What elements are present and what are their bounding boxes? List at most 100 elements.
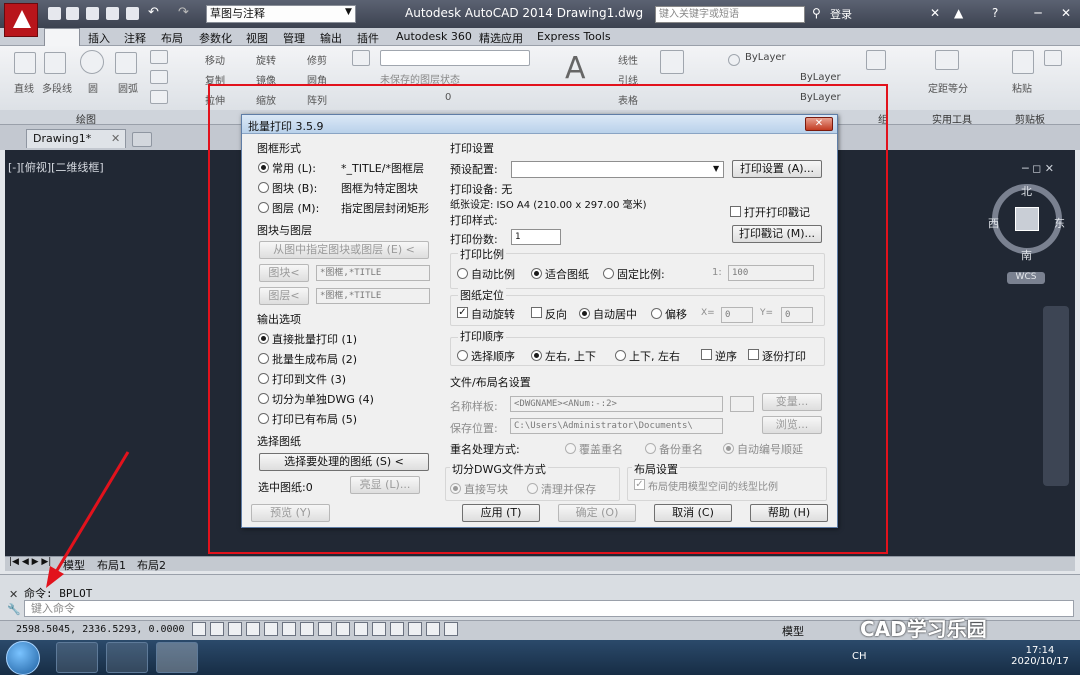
tab-view[interactable]: 视图 <box>246 30 268 46</box>
close-command-icon[interactable]: ✕ <box>9 588 18 601</box>
model-space-button[interactable]: 模型 <box>782 623 804 639</box>
cancel-button[interactable]: 取消 (C) <box>654 504 732 522</box>
highlight-button[interactable]: 亮显 (L)... <box>350 476 420 494</box>
name-template-field[interactable]: <DWGNAME><ANum:-:2> <box>510 396 723 412</box>
plot-icon[interactable] <box>126 7 139 20</box>
polar-tracking-icon[interactable] <box>264 622 278 636</box>
otrack-icon[interactable] <box>318 622 332 636</box>
linetype-select[interactable]: ByLayer <box>800 72 841 83</box>
close-tab-icon[interactable]: ✕ <box>111 130 120 148</box>
scale-fixed-radio[interactable] <box>603 268 614 279</box>
workspace-select[interactable]: 草图与注释 <box>206 5 356 23</box>
tab-layout1[interactable]: 布局1 <box>97 557 126 573</box>
navigation-bar[interactable] <box>1043 306 1069 486</box>
workspace-chevron-icon[interactable]: ▼ <box>345 7 352 17</box>
tab-drawing1[interactable]: Drawing1* ✕ <box>26 129 126 148</box>
copies-input[interactable]: 1 <box>511 229 561 245</box>
viewport-controls[interactable]: ─ ◻ ✕ <box>1022 162 1054 175</box>
grid-display-icon[interactable] <box>228 622 242 636</box>
tab-express-tools[interactable]: Express Tools <box>537 30 611 43</box>
help-button[interactable]: 帮助 (H) <box>750 504 828 522</box>
plot-stamp-button[interactable]: 打印戳记 (M)... <box>732 225 822 243</box>
block-pick-button[interactable]: 图块< <box>259 264 309 282</box>
preset-chevron-icon[interactable]: ▼ <box>713 164 719 173</box>
scale-fit-radio[interactable] <box>531 268 542 279</box>
tab-autodesk360[interactable]: Autodesk 360 <box>396 30 472 43</box>
scale-auto-radio[interactable] <box>457 268 468 279</box>
select-drawings-button[interactable]: 选择要处理的图纸 (S) < <box>259 453 429 471</box>
panel-draw[interactable]: 绘图 <box>76 111 96 126</box>
media-player-taskbar-icon[interactable] <box>106 642 148 673</box>
frame-block-radio[interactable] <box>258 182 269 193</box>
save-icon[interactable] <box>86 7 99 20</box>
divide-label[interactable]: 定距等分 <box>928 80 968 95</box>
offset-radio[interactable] <box>651 308 662 319</box>
polyline-tool-icon[interactable] <box>44 52 66 74</box>
reverse-order-checkbox[interactable] <box>701 349 712 360</box>
ok-button[interactable]: 确定 (O) <box>558 504 636 522</box>
tab-layout2[interactable]: 布局2 <box>137 557 166 573</box>
per-copy-checkbox[interactable] <box>748 349 759 360</box>
login-button[interactable]: 登录 <box>830 6 852 22</box>
browse-button[interactable]: 浏览... <box>762 416 822 434</box>
layer-name-field[interactable]: *图框,*TITLE <box>316 288 430 304</box>
apply-button[interactable]: 应用 (T) <box>462 504 540 522</box>
offset-y-field[interactable]: 0 <box>781 307 813 323</box>
text-tool-icon[interactable]: A <box>565 51 586 86</box>
group-icon[interactable] <box>866 50 886 70</box>
trim-tool-label[interactable]: 修剪 <box>307 52 327 67</box>
tab-manage[interactable]: 管理 <box>283 30 305 46</box>
circle-tool-icon[interactable] <box>80 50 104 74</box>
lineweight-icon[interactable] <box>372 622 386 636</box>
tab-parametric[interactable]: 参数化 <box>199 30 232 46</box>
pick-block-layer-button[interactable]: 从图中指定图块或图层 (E) < <box>259 241 429 259</box>
gradient-icon[interactable] <box>150 90 168 104</box>
cut-icon[interactable] <box>1044 50 1062 66</box>
tab-plugins[interactable]: 插件 <box>357 30 379 46</box>
language-indicator[interactable]: CH <box>852 651 867 662</box>
frame-common-radio[interactable] <box>258 162 269 173</box>
scale-value-field[interactable]: 100 <box>728 265 814 281</box>
print-settings-button[interactable]: 打印设置 (A)... <box>732 160 822 178</box>
save-location-field[interactable]: C:\Users\Administrator\Documents\ <box>510 418 723 434</box>
hatch-icon[interactable] <box>150 70 168 84</box>
new-icon[interactable] <box>48 7 61 20</box>
line-tool-icon[interactable] <box>14 52 36 74</box>
layer-tools-strip[interactable] <box>380 50 530 66</box>
binoculars-icon[interactable]: ⚲ <box>812 6 821 20</box>
exchange-icon[interactable]: ✕ <box>930 6 940 20</box>
viewport-label[interactable]: [-][俯视][二维线框] <box>8 159 104 175</box>
snap-mode-icon[interactable] <box>210 622 224 636</box>
selection-cycling-icon[interactable] <box>426 622 440 636</box>
linear-dim-label[interactable]: 线性 <box>618 52 638 67</box>
start-button[interactable] <box>6 641 40 675</box>
name-extra-field[interactable] <box>730 396 754 412</box>
open-stamp-checkbox[interactable] <box>730 206 741 217</box>
arc-tool-icon[interactable] <box>115 52 137 74</box>
dialog-close-button[interactable]: ✕ <box>805 117 833 131</box>
undo-icon[interactable]: ↶ <box>148 5 159 20</box>
panel-clipboard[interactable]: 剪贴板 <box>1015 111 1045 126</box>
offset-x-field[interactable]: 0 <box>721 307 753 323</box>
rectangle-icon[interactable] <box>150 50 168 64</box>
coordinate-readout[interactable]: 2598.5045, 2336.5293, 0.0000 <box>16 624 185 635</box>
minimize-icon[interactable]: ─ <box>1030 5 1046 21</box>
order-tb-lr-radio[interactable] <box>615 350 626 361</box>
split-purge-radio[interactable] <box>527 483 538 494</box>
erase-icon[interactable] <box>352 50 370 66</box>
output-split-radio[interactable] <box>258 393 269 404</box>
tab-output[interactable]: 输出 <box>320 30 342 46</box>
paste-label[interactable]: 粘贴 <box>1012 80 1032 95</box>
tab-insert[interactable]: 插入 <box>88 30 110 46</box>
redo-icon[interactable]: ↷ <box>178 5 189 20</box>
color-select[interactable]: ByLayer <box>745 52 786 63</box>
tab-layout[interactable]: 布局 <box>161 30 183 46</box>
auto-center-radio[interactable] <box>579 308 590 319</box>
wcs-menu[interactable]: WCS <box>1007 272 1045 284</box>
dynamic-input-icon[interactable] <box>354 622 368 636</box>
output-direct-radio[interactable] <box>258 333 269 344</box>
close-icon[interactable]: ✕ <box>1058 5 1074 21</box>
split-wblock-radio[interactable] <box>450 483 461 494</box>
variables-button[interactable]: 变量... <box>762 393 822 411</box>
frame-layer-radio[interactable] <box>258 202 269 213</box>
